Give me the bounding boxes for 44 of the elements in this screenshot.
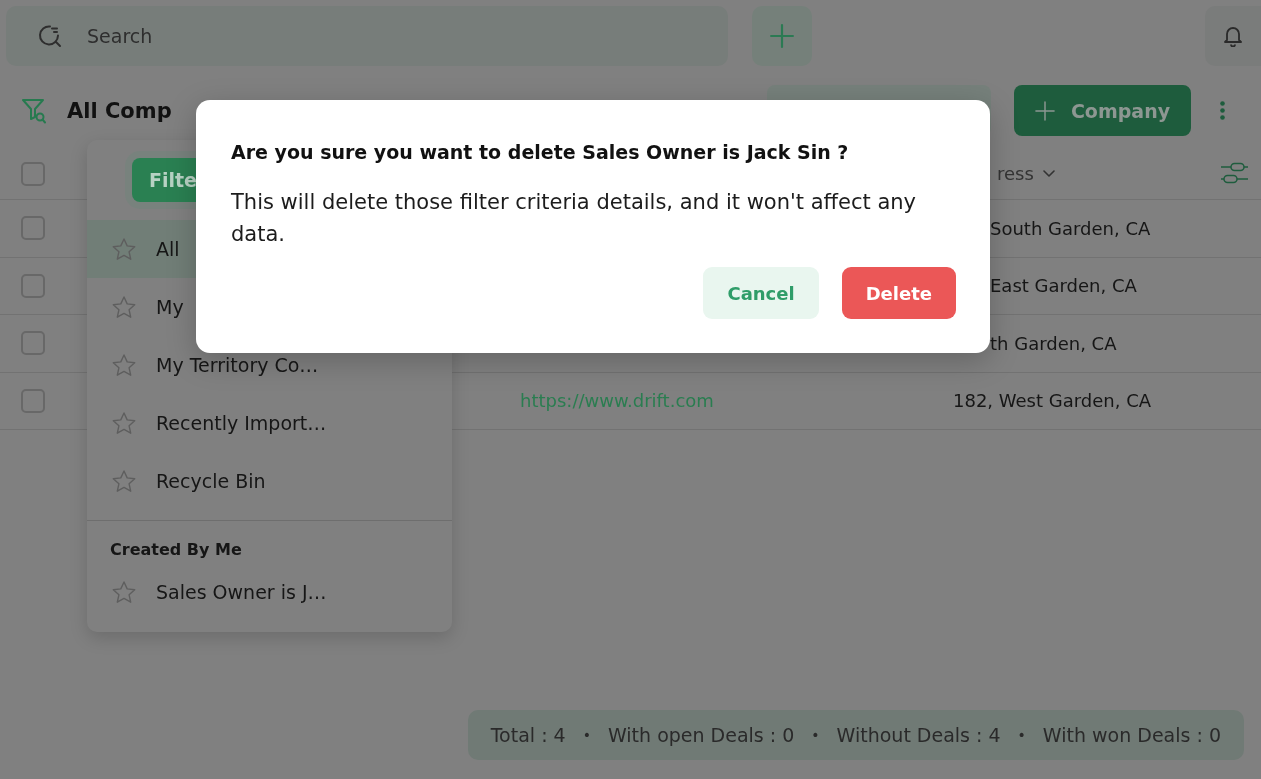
bullet-separator: • [1017,727,1026,743]
star-icon[interactable] [112,237,136,261]
summary-stat: With open Deals : 0 [607,724,795,746]
menu-item[interactable]: Sales Owner is J… [87,563,367,621]
menu-item[interactable]: Recycle Bin [87,452,306,510]
view-title: All Comp [67,98,172,123]
checkbox[interactable] [21,388,45,413]
sliders-icon[interactable] [1221,162,1248,185]
filter-icon[interactable] [22,97,46,124]
search-icon [38,24,62,48]
table-cell: 182, West Garden, CA [953,390,1152,412]
table-cell: South Garden, CA [990,217,1151,239]
star-icon[interactable] [112,353,136,377]
checkbox[interactable] [21,161,45,186]
plus-icon [1034,100,1055,121]
add-button[interactable] [752,6,812,66]
table-cell: th Garden, CA [990,332,1117,354]
checkbox[interactable] [21,216,45,241]
column-header[interactable]: ress [997,163,1055,184]
notifications-button[interactable] [1205,6,1261,66]
section-heading: Created By Me [110,539,242,561]
star-icon[interactable] [112,580,136,604]
star-icon[interactable] [112,411,136,435]
star-icon[interactable] [112,295,136,319]
menu-item[interactable]: My [87,278,224,336]
bullet-separator: • [582,727,591,743]
more-options-icon[interactable] [1220,101,1225,120]
menu-item[interactable]: Recently Import… [87,394,367,452]
checkbox[interactable] [21,273,45,298]
chevron-down-icon [1042,170,1055,177]
summary-stat: Without Deals : 4 [836,724,1001,746]
summary-stat: Total : 4 [490,724,566,746]
plus-icon [770,24,794,48]
table-cell: East Garden, CA [990,275,1137,297]
delete-button[interactable]: Delete [841,267,956,319]
add-company-button[interactable]: Company [1014,85,1191,136]
cancel-button[interactable]: Cancel [703,267,819,319]
star-icon[interactable] [112,469,136,493]
search-field[interactable]: Search [6,6,728,66]
bell-icon [1224,25,1242,47]
menu-item[interactable]: My Territory Co… [87,336,359,394]
bullet-separator: • [811,727,820,743]
summary-stat: With won Deals : 0 [1042,724,1221,746]
checkbox[interactable] [21,331,45,356]
